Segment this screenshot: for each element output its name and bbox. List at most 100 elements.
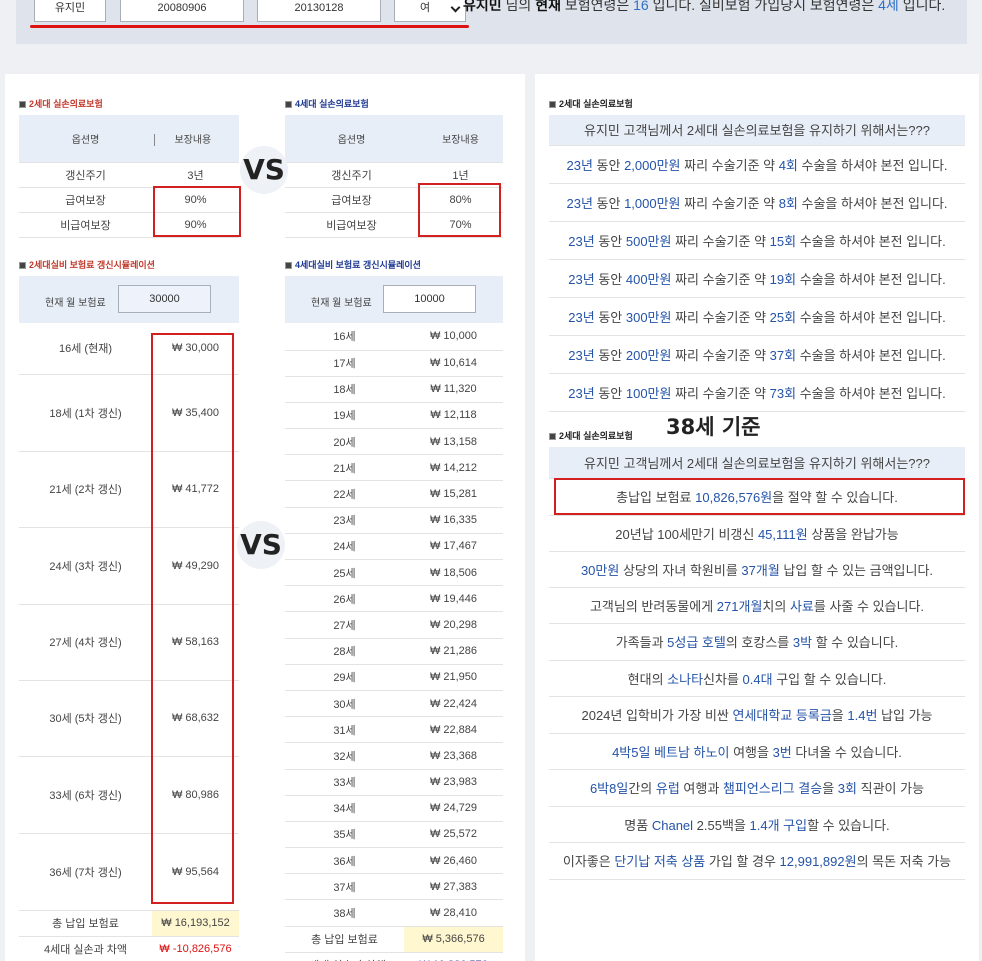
square-bullet-icon bbox=[285, 101, 292, 108]
s3-d: 사료 bbox=[789, 598, 814, 614]
surgery-row-4: 23년 동안 300만원 짜리 수술기준 약 25회 수술을 하셔야 본전 입니… bbox=[549, 297, 965, 336]
surgery-table: 유지민 고객님께서 2세대 실손의료보험을 유지하기 위해서는??? 23년 동안… bbox=[549, 115, 965, 412]
gen4-sim-amt-17: ₩ 23,983 bbox=[404, 769, 503, 796]
gen4-sim-amt-1: ₩ 10,614 bbox=[404, 350, 503, 377]
s8-e: 챔피언스리그 결승 bbox=[722, 781, 823, 796]
gen4-sim-amt-6: ₩ 15,281 bbox=[404, 480, 503, 508]
s5-e: 구입 할 수 있습니다. bbox=[772, 671, 887, 687]
gen4-sim-row: 19세 ₩ 12,118 bbox=[285, 402, 503, 430]
vs-badge-top: VS bbox=[240, 146, 288, 194]
gen4-sim-age-13: 29세 bbox=[285, 664, 404, 691]
gen4-sim-age-22: 38세 bbox=[285, 899, 404, 927]
surgery-row-5: 23년 동안 200만원 짜리 수술기준 약 37회 수술을 하셔야 본전 입니… bbox=[549, 335, 965, 374]
s8-d: 여행과 bbox=[679, 781, 723, 796]
gen2-opt-2: 비급여보장 bbox=[19, 212, 152, 238]
gen4-diff-label: 2세대 실손과 차액 bbox=[285, 952, 404, 961]
gen4-sim-amt-11: ₩ 20,298 bbox=[404, 611, 503, 639]
surgery-years: 23년 bbox=[568, 347, 595, 363]
gen4-sim-age-9: 25세 bbox=[285, 559, 404, 587]
s10-c: 가입 할 경우 bbox=[705, 854, 780, 869]
s6-d: 1.4번 bbox=[847, 708, 878, 723]
surgery-times: 25회 bbox=[769, 309, 797, 325]
gen2-head-opt: 옵션명 bbox=[19, 115, 152, 163]
s10-d: 12,991,892원 bbox=[779, 854, 857, 869]
surgery-times: 8회 bbox=[778, 195, 798, 211]
s1-b: 45,111원 bbox=[757, 526, 808, 542]
surgery-years: 23년 bbox=[568, 233, 595, 249]
gen4-sim-amt-12: ₩ 21,286 bbox=[404, 638, 503, 665]
gen2-sim-amt-4: ₩ 58,163 bbox=[152, 604, 239, 681]
right-sec1-title-text: 2세대 실손의료보험 bbox=[559, 99, 633, 109]
gen4-sim-amt-13: ₩ 21,950 bbox=[404, 664, 503, 691]
surgery-row-6: 23년 동안 100만원 짜리 수술기준 약 73회 수술을 하셔야 본전 입니… bbox=[549, 373, 965, 412]
surgery-t1: 동안 bbox=[594, 385, 626, 401]
savings-row-10: 이자좋은 단기납 저축 상품 가입 할 경우 12,991,892원의 목돈 저… bbox=[549, 842, 965, 880]
surgery-row: 23년 동안 400만원 짜리 수술기준 약 19회 수술을 하셔야 본전 입니… bbox=[549, 259, 965, 298]
gen2-current-label: 현재 월 보험료 bbox=[45, 298, 106, 309]
right-sec2-title: 2세대 실손의료보험 bbox=[549, 429, 633, 442]
surgery-row-3: 23년 동안 400만원 짜리 수술기준 약 19회 수술을 하셔야 본전 입니… bbox=[549, 259, 965, 298]
gen4-current-premium-input[interactable]: 10000 bbox=[383, 285, 476, 313]
gen2-val-0: 3년 bbox=[152, 162, 239, 188]
surgery-t3: 수술을 하셔야 본전 입니다. bbox=[796, 309, 946, 325]
s6-e: 납입 가능 bbox=[877, 708, 933, 723]
s4-a: 가족들과 bbox=[615, 635, 668, 650]
gen4-current-label: 현재 월 보험료 bbox=[311, 298, 372, 309]
savings-table: 유지민 고객님께서 2세대 실손의료보험을 유지하기 위해서는??? 총납입 보… bbox=[549, 447, 965, 880]
surgery-t3: 수술을 하셔야 본전 입니다. bbox=[796, 385, 946, 401]
gen4-opt-0: 갱신주기 bbox=[285, 162, 418, 188]
s3-a: 고객님의 반려동물에게 bbox=[589, 598, 717, 614]
gen4-sim-row: 37세 ₩ 27,383 bbox=[285, 873, 503, 901]
surgery-t2: 짜리 수술기준 약 bbox=[671, 309, 770, 325]
gen2-sim-amt-0: ₩ 30,000 bbox=[152, 323, 239, 375]
surgery-row: 23년 동안 2,000만원 짜리 수술기준 약 4회 수술을 하셔야 본전 입… bbox=[549, 145, 965, 184]
gen2-options-table: 옵션명 보장내용 갱신주기 3년 급여보장 90% 비급여보장 90% bbox=[19, 115, 239, 238]
gen4-sim-age-18: 34세 bbox=[285, 795, 404, 822]
gen2-title-text: 2세대 실손의료보험 bbox=[29, 99, 103, 109]
gen2-sim-title: 2세대실비 보험료 갱신시뮬레이션 bbox=[19, 258, 155, 271]
s8-c: 유럽 bbox=[655, 781, 680, 796]
gen2-sim-title-text: 2세대실비 보험료 갱신시뮬레이션 bbox=[29, 260, 155, 270]
join-date-field[interactable]: 20130128 bbox=[257, 0, 381, 22]
gen4-sim-age-3: 19세 bbox=[285, 402, 404, 430]
gen4-sim-amt-8: ₩ 17,467 bbox=[404, 533, 503, 561]
gen4-sim-title-text: 4세대실비 보험료 갱신시뮬레이션 bbox=[295, 260, 421, 270]
savings-row-7: 4박5일 베트남 하노이 여행을 3번 다녀올 수 있습니다. bbox=[549, 733, 965, 770]
s5-a: 현대의 bbox=[627, 671, 668, 687]
surgery-amount: 500만원 bbox=[625, 233, 672, 249]
surgery-years: 23년 bbox=[566, 195, 593, 211]
surgery-amount: 400만원 bbox=[625, 271, 672, 287]
gen4-head-content: 보장내용 bbox=[418, 115, 503, 163]
surgery-t1: 동안 bbox=[592, 195, 625, 211]
s0-c: 을 절약 할 수 있습니다. bbox=[772, 490, 898, 505]
gender-select[interactable]: 여 bbox=[394, 0, 466, 22]
gen4-sim-amt-0: ₩ 10,000 bbox=[404, 323, 503, 351]
vs-badge-middle: VS bbox=[237, 521, 285, 569]
gen4-sim-row: 18세 ₩ 11,320 bbox=[285, 376, 503, 403]
gen2-sim-age-5: 30세 (5차 갱신) bbox=[19, 680, 152, 757]
gen2-current-premium-input[interactable]: 30000 bbox=[118, 285, 211, 313]
gen4-sim-amt-9: ₩ 18,506 bbox=[404, 559, 503, 587]
gen4-sim-amt-2: ₩ 11,320 bbox=[404, 376, 503, 403]
gen2-title: 2세대 실손의료보험 bbox=[19, 97, 103, 110]
birth-date-field[interactable]: 20080906 bbox=[120, 0, 244, 22]
gen2-current-premium-row: 현재 월 보험료 30000 bbox=[19, 276, 239, 323]
surgery-row-0: 23년 동안 2,000만원 짜리 수술기준 약 4회 수술을 하셔야 본전 입… bbox=[549, 145, 965, 184]
gen4-sim-age-4: 20세 bbox=[285, 428, 404, 456]
surgery-amount: 2,000만원 bbox=[624, 157, 681, 173]
gen2-total-value: ₩ 16,193,152 bbox=[152, 910, 239, 937]
gen4-sim-row: 21세 ₩ 14,212 bbox=[285, 454, 503, 482]
s3-e: 를 사줄 수 있습니다. bbox=[813, 598, 925, 614]
gen2-total-label: 총 납입 보험료 bbox=[19, 910, 152, 937]
gen4-sim-age-6: 22세 bbox=[285, 480, 404, 508]
gen4-title-text: 4세대 실손의료보험 bbox=[295, 99, 369, 109]
gen4-sim-age-17: 33세 bbox=[285, 769, 404, 796]
gen4-sim-row: 29세 ₩ 21,950 bbox=[285, 664, 503, 691]
gen2-val-1: 90% bbox=[152, 187, 239, 213]
gen2-sim-table: 16세 (현재) ₩ 30,000 18세 (1차 갱신) ₩ 35,400 21세… bbox=[19, 323, 239, 961]
gen2-sim-amt-7: ₩ 95,564 bbox=[152, 833, 239, 911]
age-message: 유지민 님의 현재 보험연령은 16 입니다. 실비보험 가입당시 보험연령은 … bbox=[463, 0, 945, 15]
surgery-row: 23년 동안 300만원 짜리 수술기준 약 25회 수술을 하셔야 본전 입니… bbox=[549, 297, 965, 336]
gen4-sim-amt-10: ₩ 19,446 bbox=[404, 585, 503, 613]
name-field[interactable]: 유지민 bbox=[34, 0, 106, 22]
